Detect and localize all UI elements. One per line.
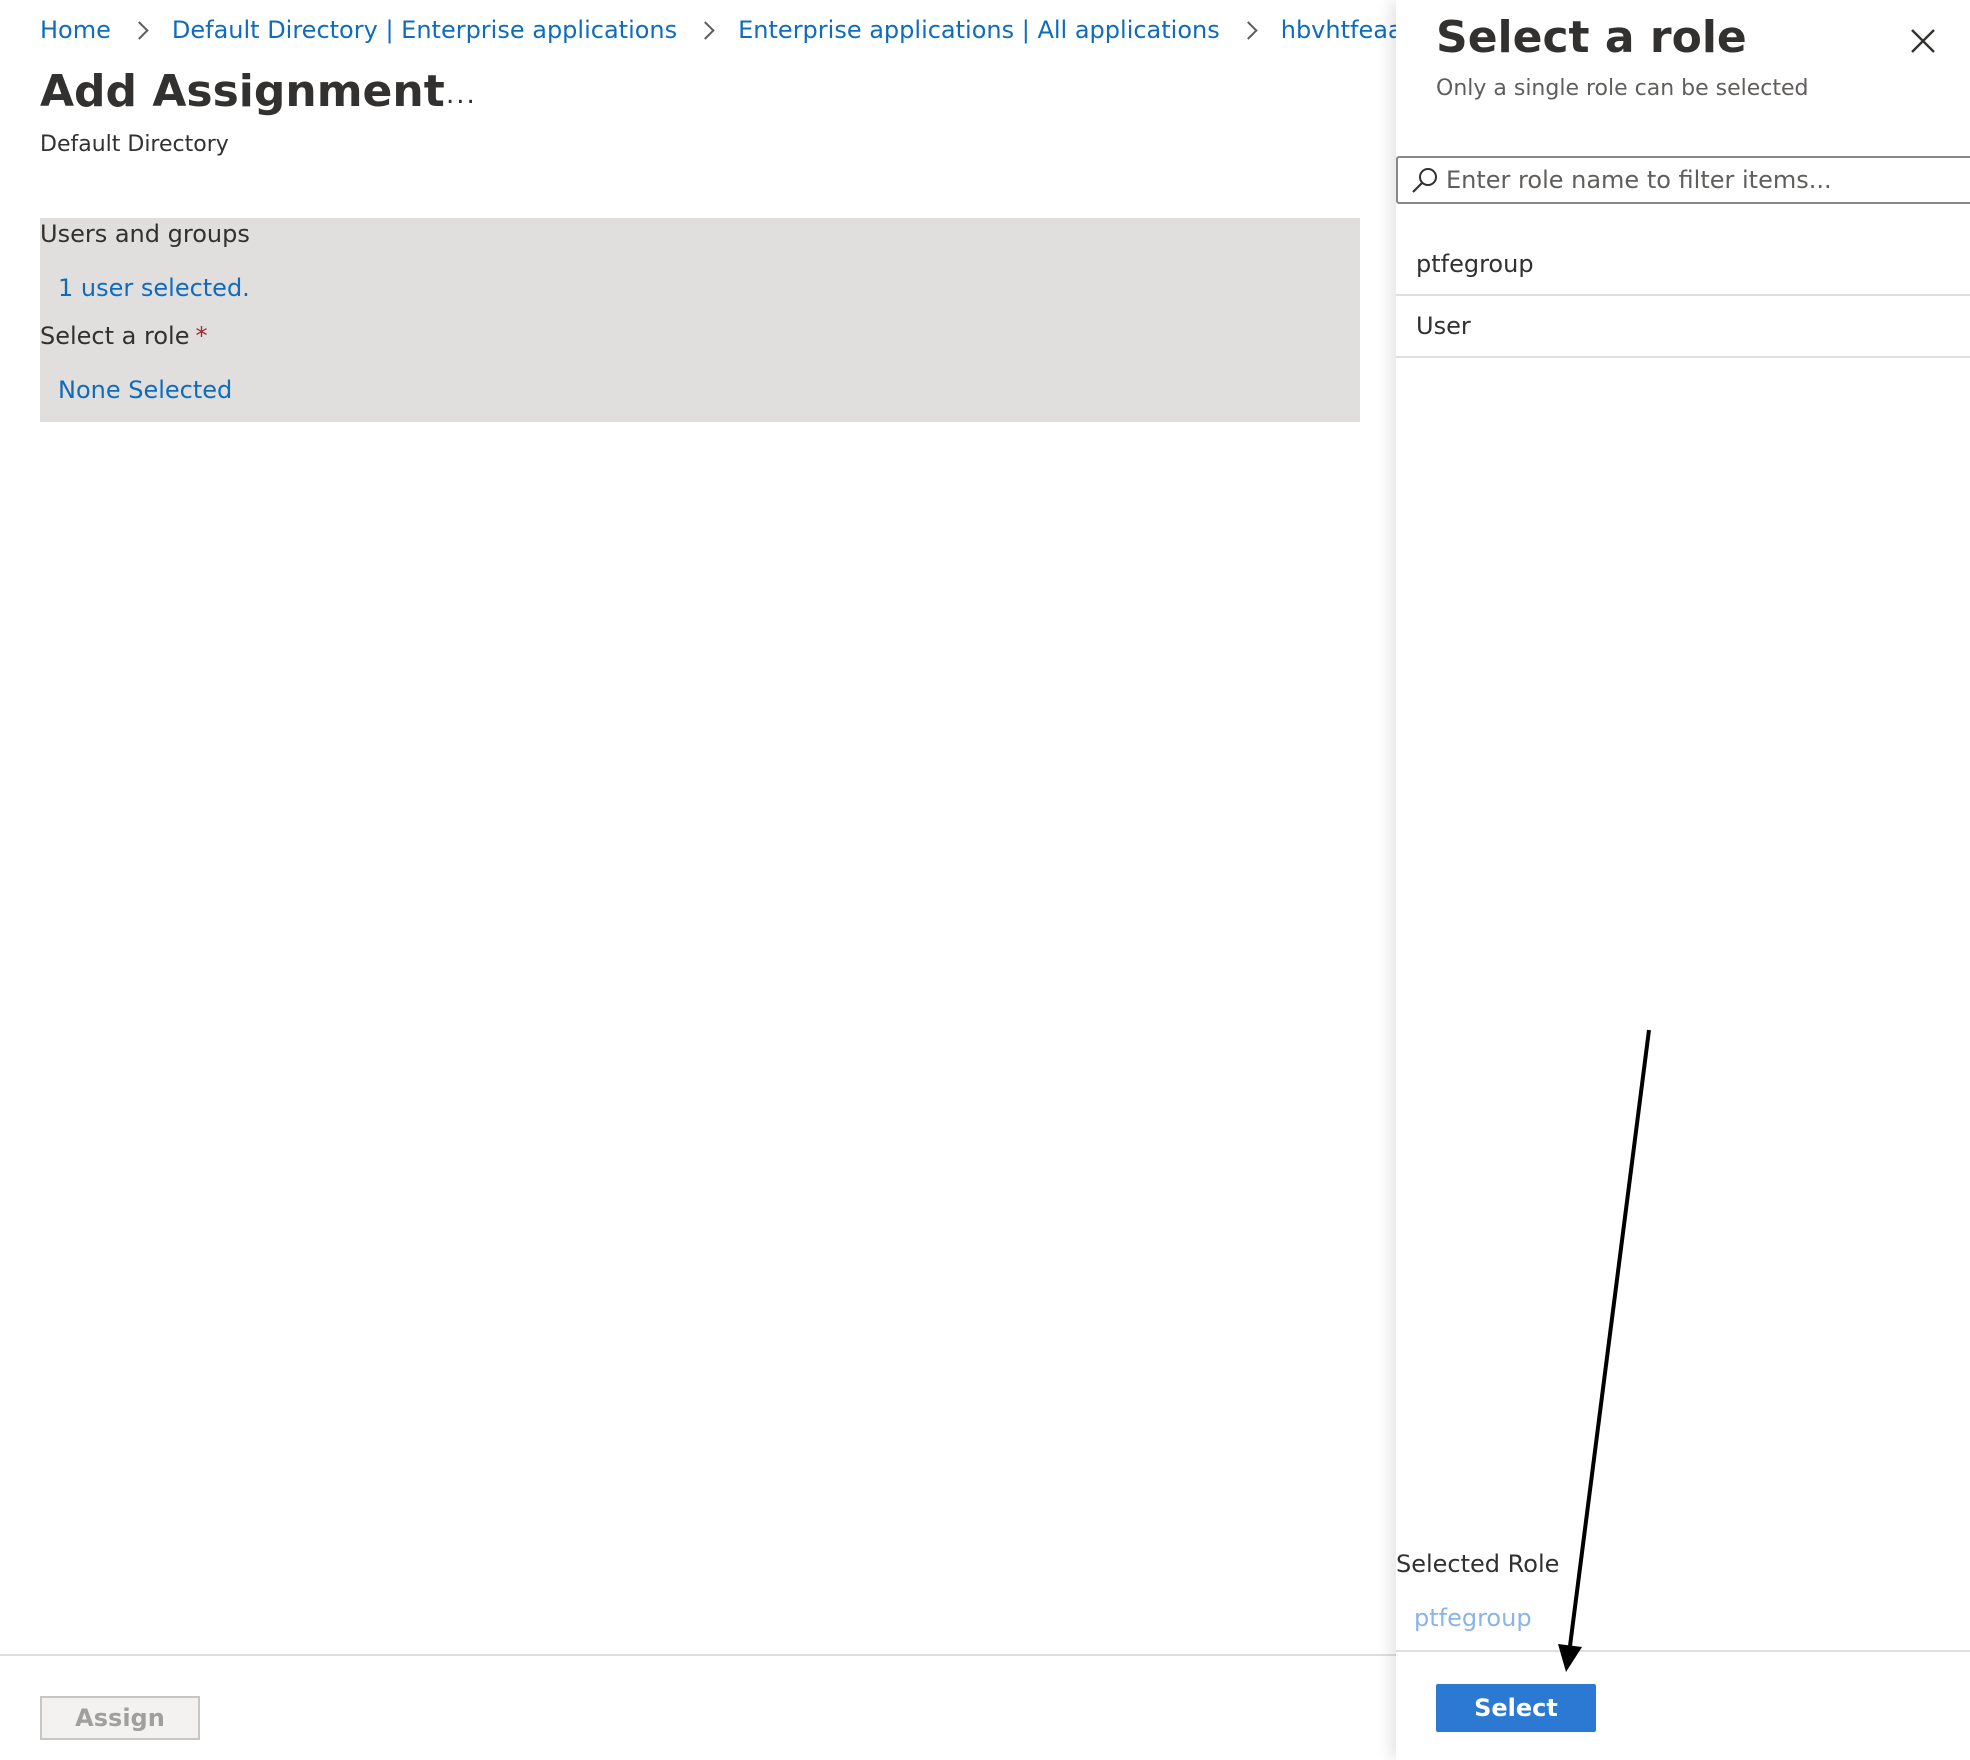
role-none-selected-link[interactable]: None Selected	[58, 376, 232, 404]
chevron-right-icon	[130, 20, 149, 40]
panel-footer-divider	[1396, 1650, 1970, 1652]
selected-role-value: ptfegroup	[1414, 1604, 1532, 1632]
page-subtitle: Default Directory	[40, 132, 229, 157]
footer-divider	[0, 1654, 1396, 1656]
panel-subtitle: Only a single role can be selected	[1436, 76, 1809, 101]
assign-button[interactable]: Assign	[40, 1696, 200, 1740]
role-option-user[interactable]: User	[1396, 296, 1970, 358]
close-icon[interactable]	[1908, 26, 1938, 56]
select-role-label: Select a role *	[40, 322, 207, 350]
page-title: Add Assignment	[40, 66, 445, 117]
breadcrumb-enterprise-applications[interactable]: Default Directory | Enterprise applicati…	[172, 16, 677, 44]
search-icon	[1412, 168, 1437, 193]
more-options-button[interactable]: ...	[446, 80, 477, 110]
select-button[interactable]: Select	[1436, 1684, 1596, 1732]
chevron-right-icon	[1239, 20, 1258, 40]
chevron-right-icon	[696, 20, 715, 40]
role-option-ptfegroup[interactable]: ptfegroup	[1396, 234, 1970, 296]
users-and-groups-label: Users and groups	[40, 220, 250, 248]
role-option-label: ptfegroup	[1416, 250, 1534, 278]
role-option-label: User	[1416, 312, 1471, 340]
select-role-label-text: Select a role	[40, 322, 190, 350]
breadcrumb: Home Default Directory | Enterprise appl…	[40, 10, 1444, 50]
select-role-panel: Select a role Only a single role can be …	[1396, 0, 1970, 1760]
breadcrumb-all-applications[interactable]: Enterprise applications | All applicatio…	[738, 16, 1220, 44]
selected-role-label: Selected Role	[1396, 1550, 1560, 1578]
role-filter-box	[1396, 156, 1970, 204]
panel-title: Select a role	[1436, 12, 1747, 63]
assignment-summary: Users and groups 1 user selected. Select…	[40, 218, 1360, 422]
breadcrumb-home[interactable]: Home	[40, 16, 111, 44]
users-selected-link[interactable]: 1 user selected.	[58, 274, 250, 302]
role-filter-input[interactable]	[1446, 162, 1946, 198]
required-indicator: *	[195, 322, 208, 350]
